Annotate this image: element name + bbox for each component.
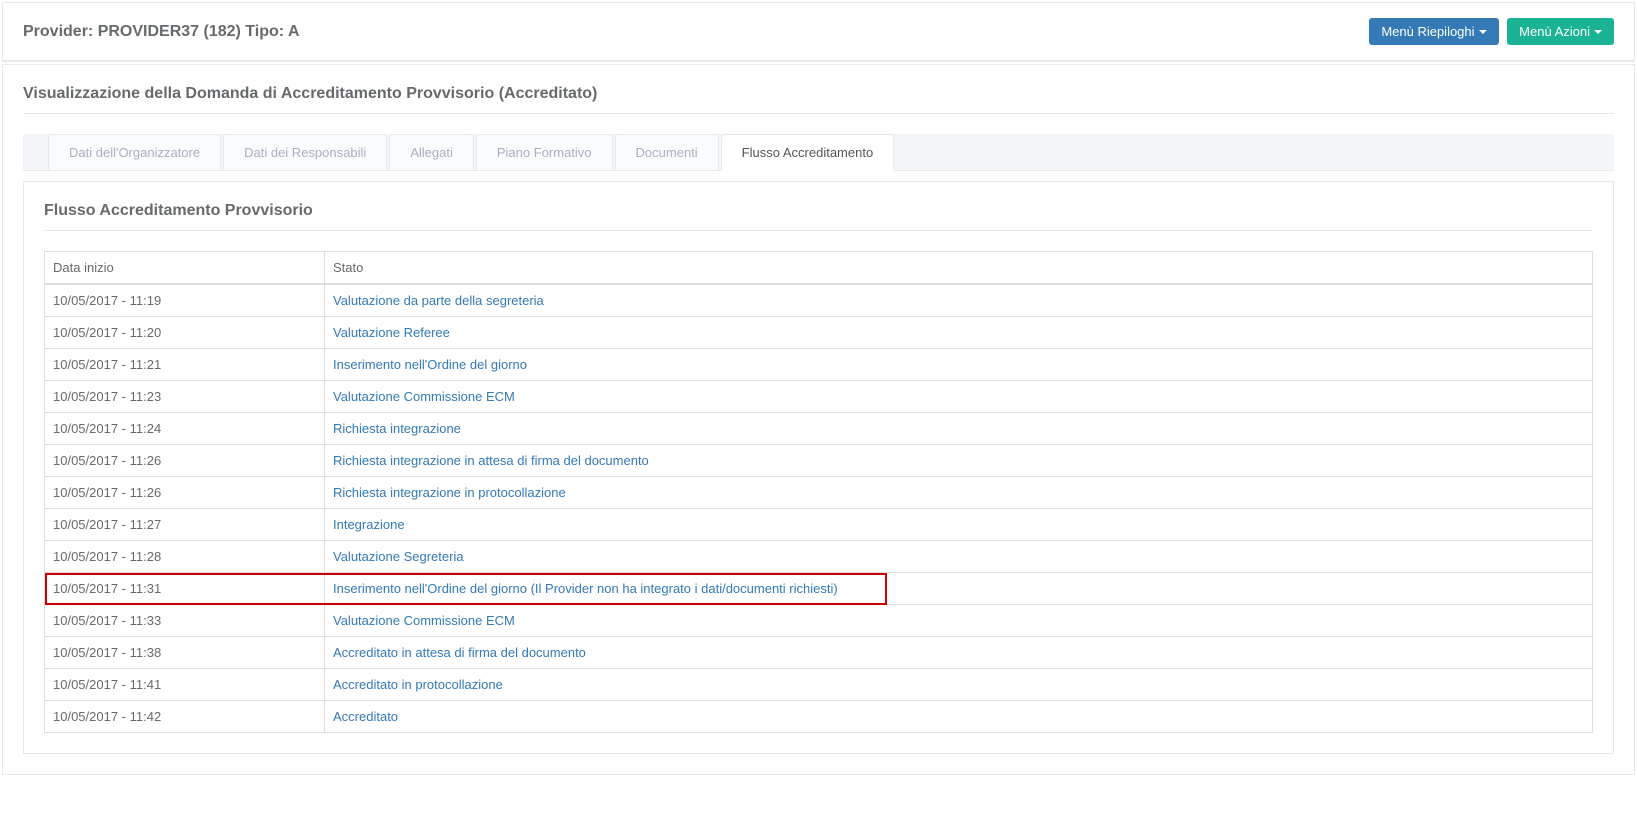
header-actions: Menù Riepiloghi Menù Azioni xyxy=(1364,18,1614,45)
cell-date: 10/05/2017 - 11:19 xyxy=(45,284,325,317)
table-wrap: Data inizio Stato 10/05/2017 - 11:19Valu… xyxy=(44,251,1593,733)
cell-state: Integrazione xyxy=(325,509,1593,541)
cell-state: Richiesta integrazione xyxy=(325,413,1593,445)
tab-item: Piano Formativo xyxy=(476,134,615,171)
table-row: 10/05/2017 - 11:41Accreditato in protoco… xyxy=(45,669,1593,701)
table-row: 10/05/2017 - 11:21Inserimento nell'Ordin… xyxy=(45,349,1593,381)
caret-down-icon xyxy=(1479,30,1487,34)
table-row: 10/05/2017 - 11:24Richiesta integrazione xyxy=(45,413,1593,445)
cell-state: Valutazione Segreteria xyxy=(325,541,1593,573)
menu-azioni-label: Menù Azioni xyxy=(1519,24,1590,39)
cell-state: Richiesta integrazione in attesa di firm… xyxy=(325,445,1593,477)
cell-state: Valutazione da parte della segreteria xyxy=(325,284,1593,317)
table-row: 10/05/2017 - 11:23Valutazione Commission… xyxy=(45,381,1593,413)
col-header-date: Data inizio xyxy=(45,252,325,285)
main-panel-body: Visualizzazione della Domanda di Accredi… xyxy=(3,65,1634,774)
tab-link[interactable]: Dati dell'Organizzatore xyxy=(48,134,221,171)
content-subheading: Flusso Accreditamento Provvisorio xyxy=(44,202,1593,220)
cell-state: Accreditato xyxy=(325,701,1593,733)
col-header-state: Stato xyxy=(325,252,1593,285)
table-row: 10/05/2017 - 11:20Valutazione Referee xyxy=(45,317,1593,349)
cell-date: 10/05/2017 - 11:23 xyxy=(45,381,325,413)
cell-state: Richiesta integrazione in protocollazion… xyxy=(325,477,1593,509)
table-row: 10/05/2017 - 11:26Richiesta integrazione… xyxy=(45,445,1593,477)
content-panel: Flusso Accreditamento Provvisorio Data i… xyxy=(23,181,1614,754)
cell-date: 10/05/2017 - 11:31 xyxy=(45,573,325,605)
flusso-table: Data inizio Stato 10/05/2017 - 11:19Valu… xyxy=(44,251,1593,733)
cell-date: 10/05/2017 - 11:42 xyxy=(45,701,325,733)
tab-item: Flusso Accreditamento xyxy=(721,134,897,171)
menu-azioni-button[interactable]: Menù Azioni xyxy=(1507,18,1614,45)
cell-date: 10/05/2017 - 11:38 xyxy=(45,637,325,669)
table-row: 10/05/2017 - 11:31Inserimento nell'Ordin… xyxy=(45,573,1593,605)
tab-link[interactable]: Allegati xyxy=(389,134,474,171)
cell-state: Valutazione Commissione ECM xyxy=(325,381,1593,413)
section-title: Visualizzazione della Domanda di Accredi… xyxy=(23,85,1614,114)
header-panel: Provider: PROVIDER37 (182) Tipo: A Menù … xyxy=(2,2,1635,62)
tab-link[interactable]: Flusso Accreditamento xyxy=(721,134,895,171)
cell-date: 10/05/2017 - 11:26 xyxy=(45,477,325,509)
cell-date: 10/05/2017 - 11:26 xyxy=(45,445,325,477)
table-row: 10/05/2017 - 11:38Accreditato in attesa … xyxy=(45,637,1593,669)
nav-tabs: Dati dell'OrganizzatoreDati dei Responsa… xyxy=(23,134,1614,171)
caret-down-icon xyxy=(1594,30,1602,34)
cell-date: 10/05/2017 - 11:33 xyxy=(45,605,325,637)
cell-state: Inserimento nell'Ordine del giorno xyxy=(325,349,1593,381)
content-panel-body: Flusso Accreditamento Provvisorio Data i… xyxy=(24,182,1613,753)
cell-date: 10/05/2017 - 11:27 xyxy=(45,509,325,541)
cell-date: 10/05/2017 - 11:20 xyxy=(45,317,325,349)
cell-state: Valutazione Commissione ECM xyxy=(325,605,1593,637)
cell-state: Accreditato in protocollazione xyxy=(325,669,1593,701)
table-header-row: Data inizio Stato xyxy=(45,252,1593,285)
tab-item: Documenti xyxy=(615,134,721,171)
page-title: Provider: PROVIDER37 (182) Tipo: A xyxy=(23,23,300,41)
cell-date: 10/05/2017 - 11:24 xyxy=(45,413,325,445)
table-row: 10/05/2017 - 11:28Valutazione Segreteria xyxy=(45,541,1593,573)
divider xyxy=(44,230,1593,231)
main-panel: Visualizzazione della Domanda di Accredi… xyxy=(2,64,1635,775)
header-bar: Provider: PROVIDER37 (182) Tipo: A Menù … xyxy=(3,3,1634,61)
tab-item: Dati dei Responsabili xyxy=(223,134,389,171)
menu-riepiloghi-button[interactable]: Menù Riepiloghi xyxy=(1369,18,1498,45)
cell-date: 10/05/2017 - 11:21 xyxy=(45,349,325,381)
cell-date: 10/05/2017 - 11:28 xyxy=(45,541,325,573)
tab-item: Dati dell'Organizzatore xyxy=(48,134,223,171)
table-row: 10/05/2017 - 11:19Valutazione da parte d… xyxy=(45,284,1593,317)
tab-link[interactable]: Documenti xyxy=(615,134,719,171)
table-row: 10/05/2017 - 11:42Accreditato xyxy=(45,701,1593,733)
tab-link[interactable]: Piano Formativo xyxy=(476,134,613,171)
table-row: 10/05/2017 - 11:26Richiesta integrazione… xyxy=(45,477,1593,509)
cell-state: Valutazione Referee xyxy=(325,317,1593,349)
table-row: 10/05/2017 - 11:27Integrazione xyxy=(45,509,1593,541)
tab-link[interactable]: Dati dei Responsabili xyxy=(223,134,387,171)
cell-state: Accreditato in attesa di firma del docum… xyxy=(325,637,1593,669)
table-row: 10/05/2017 - 11:33Valutazione Commission… xyxy=(45,605,1593,637)
tab-item: Allegati xyxy=(389,134,476,171)
cell-date: 10/05/2017 - 11:41 xyxy=(45,669,325,701)
menu-riepiloghi-label: Menù Riepiloghi xyxy=(1381,24,1474,39)
cell-state: Inserimento nell'Ordine del giorno (Il P… xyxy=(325,573,1593,605)
